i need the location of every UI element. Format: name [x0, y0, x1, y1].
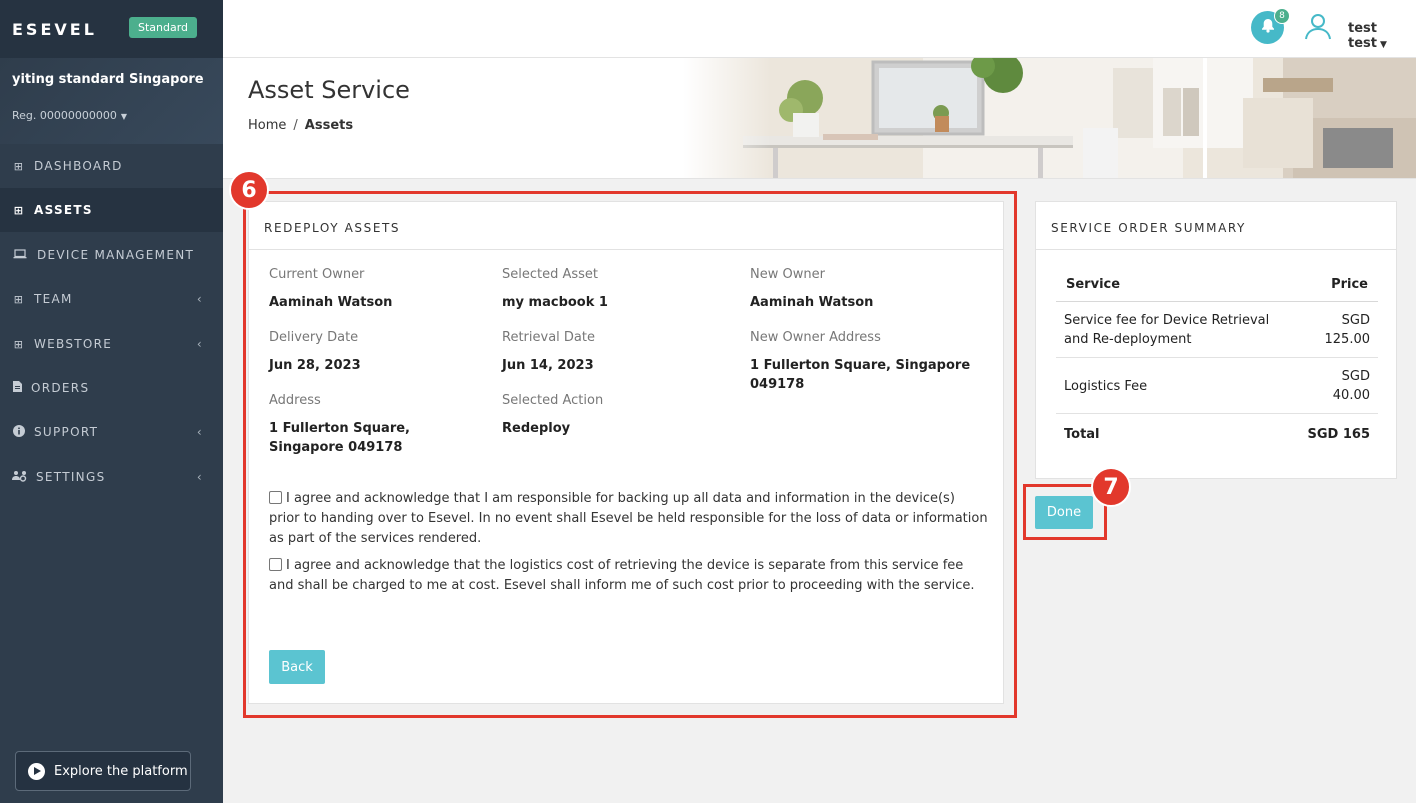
sidebar-item-label: DEVICE MANAGEMENT [37, 248, 195, 262]
sidebar-item-settings[interactable]: SETTINGS ‹ [0, 455, 223, 499]
caret-down-icon: ▼ [120, 112, 128, 121]
info-icon [12, 424, 26, 440]
sidebar-item-label: ORDERS [31, 381, 90, 395]
service-price: SGD 125.00 [1286, 301, 1378, 358]
brand-row: ESEVEL Standard [0, 0, 223, 58]
total-value: SGD 165 [1307, 427, 1371, 442]
sidebar-item-team[interactable]: ⊞ TEAM ‹ [0, 277, 223, 321]
table-row: Logistics Fee SGD 40.00 [1056, 357, 1378, 414]
sidebar-item-label: ASSETS [34, 203, 93, 217]
chevron-left-icon: ‹ [196, 425, 203, 439]
column-header-service: Service [1056, 267, 1286, 302]
user-avatar-icon[interactable] [1304, 12, 1332, 44]
total-row: Total SGD 165 [1056, 414, 1378, 453]
table-header-row: Service Price [1056, 267, 1378, 302]
total-label: Total [1064, 427, 1100, 442]
org-switcher[interactable]: yiting standard Singapore Reg. 000000000… [0, 58, 223, 144]
grid-icon: ⊞ [13, 292, 25, 306]
breadcrumb: Home / Assets [248, 118, 353, 133]
plan-badge: Standard [129, 17, 198, 38]
price-currency: SGD [1341, 369, 1370, 384]
caret-down-icon: ▼ [1379, 40, 1387, 50]
explore-platform-button[interactable]: Explore the platform [15, 751, 191, 791]
service-price: SGD 40.00 [1286, 357, 1378, 414]
sidebar-item-label: WEBSTORE [34, 337, 113, 351]
brand-logo: ESEVEL [12, 20, 97, 39]
annotation-box-step-6 [243, 191, 1017, 718]
service-order-summary-card: SERVICE ORDER SUMMARY Service Price Serv… [1035, 201, 1397, 479]
service-name: Logistics Fee [1056, 357, 1286, 414]
breadcrumb-home[interactable]: Home [248, 118, 286, 133]
breadcrumb-separator: / [293, 118, 298, 133]
document-icon [12, 381, 22, 395]
org-reg-number: Reg. 00000000000 [12, 109, 117, 122]
column-header-price: Price [1286, 267, 1378, 302]
service-name: Service fee for Device Retrieval and Re-… [1056, 301, 1286, 358]
breadcrumb-current: Assets [304, 118, 354, 133]
sidebar-item-orders[interactable]: ORDERS [0, 366, 223, 410]
office-banner-illustration [683, 58, 1416, 178]
sidebar-item-webstore[interactable]: ⊞ WEBSTORE ‹ [0, 322, 223, 366]
grid-icon: ⊞ [13, 159, 25, 173]
summary-table: Service Price Service fee for Device Ret… [1056, 267, 1378, 452]
sidebar-item-support[interactable]: SUPPORT ‹ [0, 410, 223, 454]
chevron-left-icon: ‹ [196, 337, 203, 351]
page-header: Asset Service Home / Assets [223, 58, 1416, 179]
users-gear-icon [12, 470, 28, 485]
price-currency: SGD [1341, 313, 1370, 328]
sidebar-item-label: DASHBOARD [34, 159, 123, 173]
sidebar-item-device-management[interactable]: DEVICE MANAGEMENT [0, 233, 223, 277]
chevron-left-icon: ‹ [196, 292, 203, 306]
org-reg[interactable]: Reg. 00000000000 ▼ [12, 109, 127, 122]
annotation-marker-step-7: 7 [1091, 467, 1131, 507]
grid-icon: ⊞ [13, 203, 25, 217]
laptop-icon [12, 248, 28, 262]
org-name: yiting standard Singapore [12, 72, 204, 87]
card-title: SERVICE ORDER SUMMARY [1036, 202, 1396, 250]
chevron-left-icon: ‹ [196, 470, 203, 484]
sidebar-item-label: SUPPORT [34, 425, 99, 439]
top-bar: 8 test test ▼ [223, 0, 1416, 58]
price-amount: 125.00 [1324, 332, 1371, 347]
play-icon [28, 762, 45, 780]
sidebar-item-label: SETTINGS [36, 470, 106, 484]
sidebar-item-assets[interactable]: ⊞ ASSETS [0, 188, 223, 232]
grid-icon: ⊞ [13, 337, 25, 351]
user-menu[interactable]: test test ▼ [1348, 21, 1416, 51]
explore-label: Explore the platform [54, 763, 188, 779]
bell-icon [1261, 18, 1275, 37]
price-amount: 40.00 [1332, 388, 1370, 403]
table-row: Service fee for Device Retrieval and Re-… [1056, 301, 1378, 358]
sidebar-item-dashboard[interactable]: ⊞ DASHBOARD [0, 144, 223, 188]
notification-count-badge: 8 [1274, 8, 1290, 24]
annotation-marker-step-6: 6 [229, 170, 269, 210]
page-title: Asset Service [248, 76, 410, 104]
sidebar-item-label: TEAM [34, 292, 73, 306]
sidebar: ESEVEL Standard yiting standard Singapor… [0, 0, 223, 803]
user-name: test test [1348, 21, 1377, 51]
